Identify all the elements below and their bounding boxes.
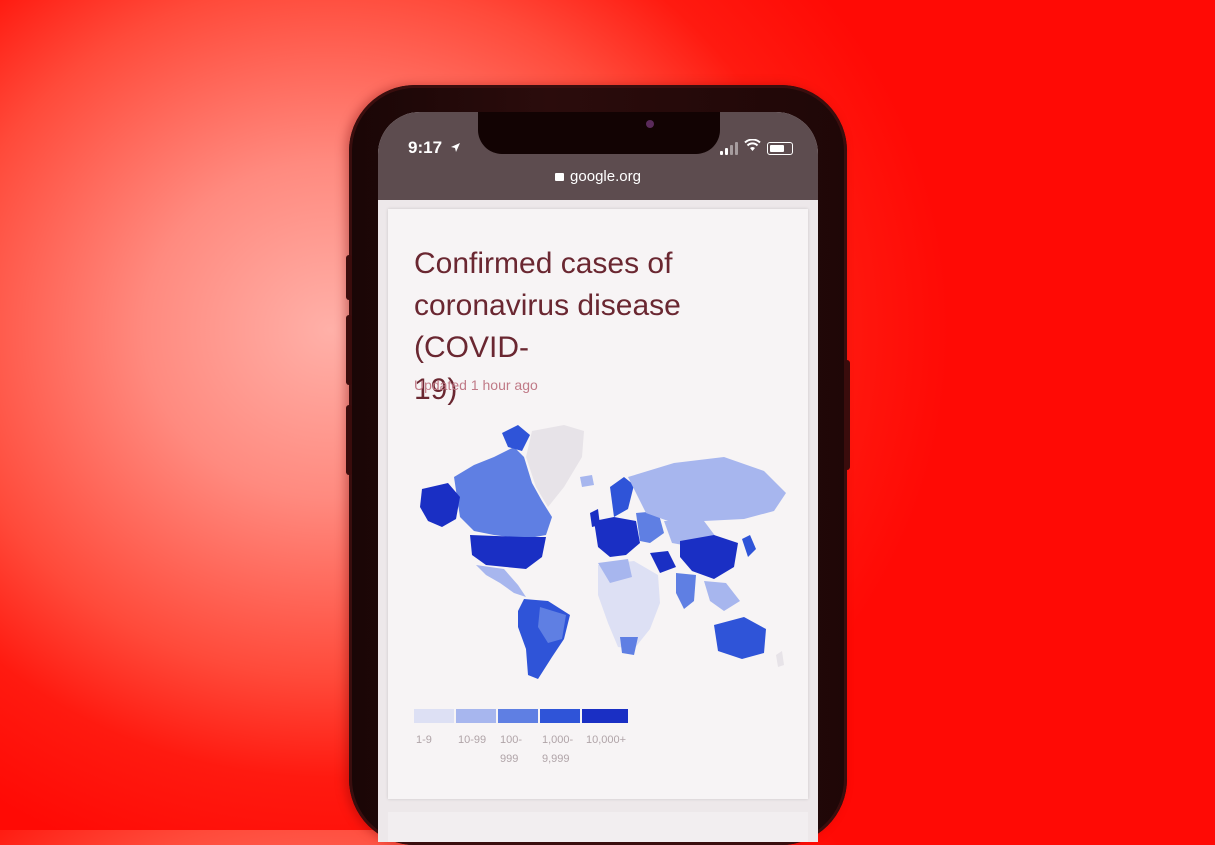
status-time: 9:17 (408, 138, 461, 158)
map-region-china (680, 535, 738, 579)
map-region-south-africa (620, 637, 638, 655)
map-region-australia (714, 617, 766, 659)
title-line: Confirmed cases of (414, 247, 673, 280)
map-region-europe (594, 517, 640, 557)
address-bar[interactable]: google.org (378, 168, 818, 185)
legend-swatch (456, 709, 496, 723)
notch (478, 112, 720, 154)
battery-icon (767, 141, 793, 155)
location-arrow-icon (450, 138, 461, 158)
updated-text: Updated 1 hour ago (414, 377, 538, 393)
map-region-mexico (476, 565, 526, 597)
phone-side-button (346, 405, 352, 475)
map-region-scandinavia (610, 477, 634, 517)
wifi-icon (744, 138, 761, 157)
status-icons (720, 138, 793, 157)
legend-swatch (582, 709, 628, 723)
legend-label: 1-9 (416, 734, 432, 746)
map-region-arctic-islands (502, 425, 530, 451)
world-map (420, 425, 786, 679)
url-text: google.org (570, 168, 641, 185)
front-camera (646, 120, 654, 128)
legend-swatch (498, 709, 538, 723)
title-line: coronavirus disease (COVID- (414, 289, 681, 364)
legend-label: 10-99 (458, 734, 487, 746)
map-region-southeast-asia (704, 581, 740, 611)
map-region-iceland (580, 475, 594, 487)
phone-side-button (844, 360, 850, 470)
next-card (388, 812, 808, 842)
clock-time: 9:17 (408, 138, 443, 157)
cellular-signal-icon (720, 141, 738, 155)
lock-icon (555, 173, 565, 181)
status-bar: 9:17 google.org (378, 112, 818, 200)
covid-card: Confirmed cases of coronavirus disease (… (388, 209, 808, 799)
phone-side-button (346, 315, 352, 385)
map-region-new-zealand (776, 651, 784, 667)
legend-swatch (414, 709, 454, 723)
map-region-korea-japan (742, 535, 756, 557)
map-region-india (676, 573, 696, 609)
map-region-russia (628, 457, 786, 521)
legend-swatch (540, 709, 580, 723)
legend-label: 1,000- 9,999 (542, 734, 574, 765)
map-region-alaska (420, 483, 460, 527)
legend-label: 100- 999 (500, 734, 523, 765)
photo-background: 9:17 google.org Confirmed cases of coron… (0, 0, 1215, 845)
legend-label: 10,000+ (586, 734, 627, 746)
phone-side-button (346, 255, 352, 300)
map-region-iran (650, 551, 676, 573)
map-region-usa (470, 535, 546, 569)
phone-screen: 9:17 google.org Confirmed cases of coron… (378, 112, 818, 842)
map-region-uk (590, 509, 600, 527)
